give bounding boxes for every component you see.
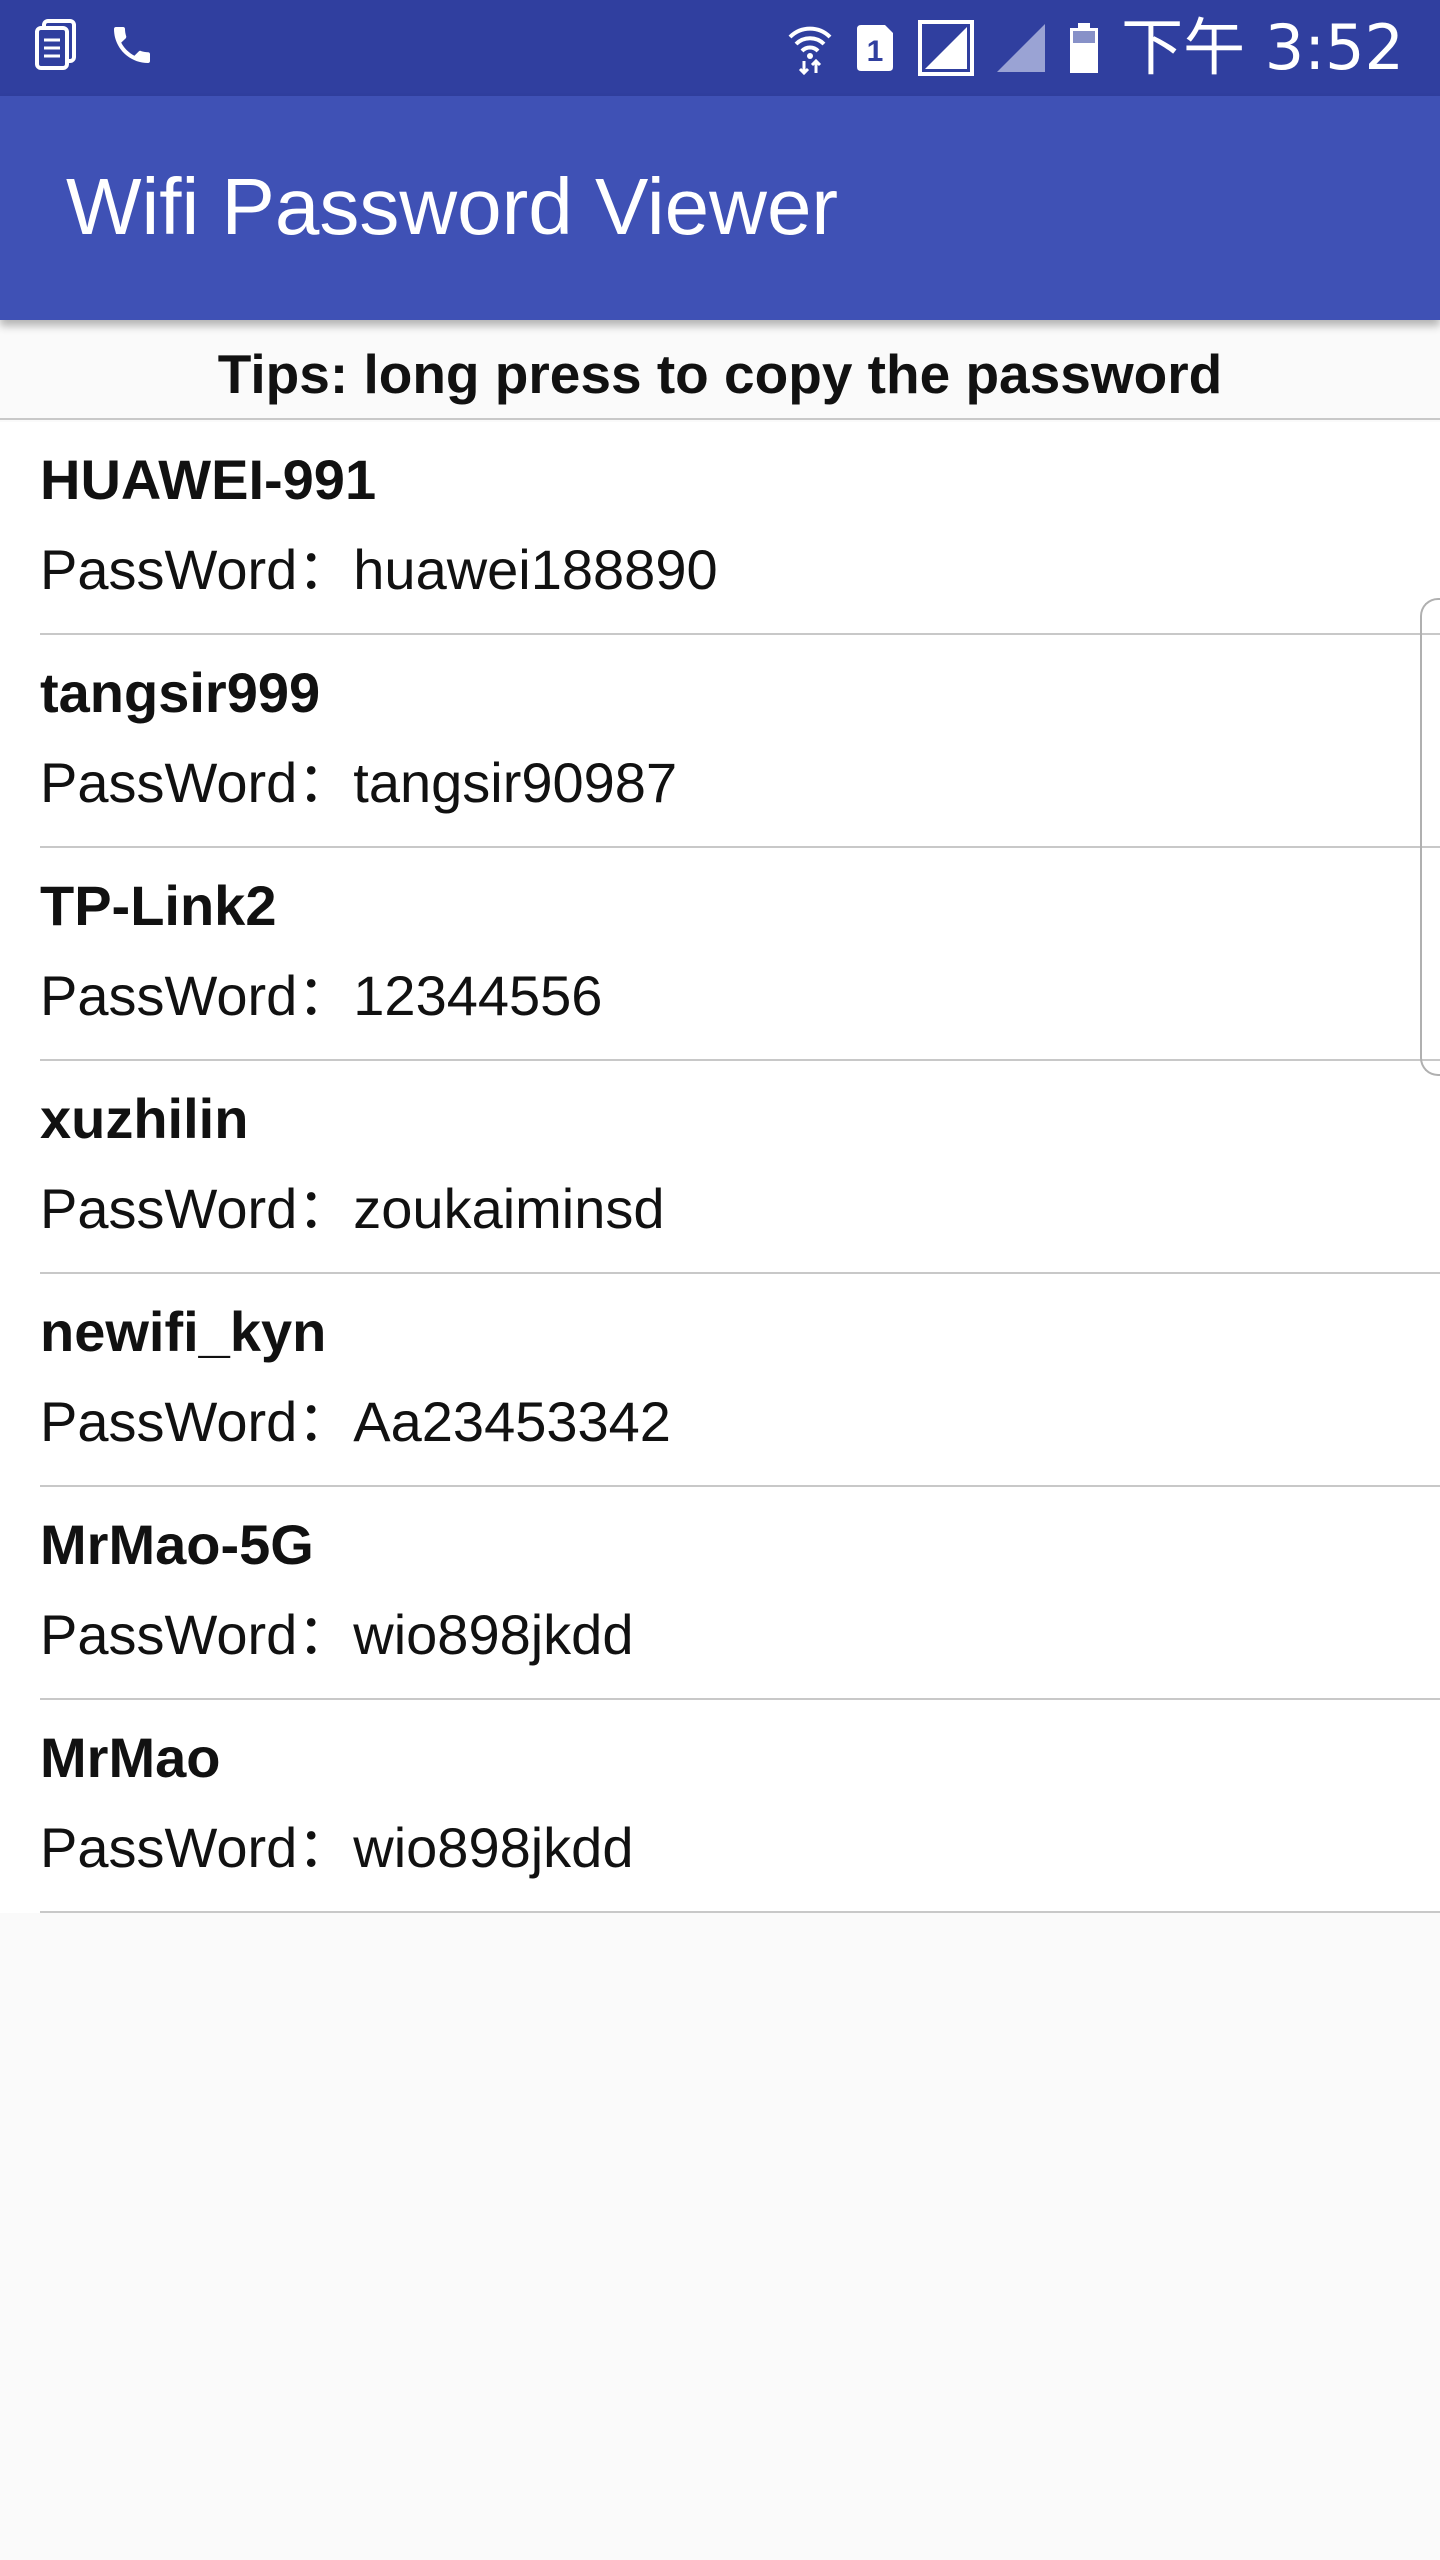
divider [40,1911,1440,1913]
tips-banner: Tips: long press to copy the password [0,320,1440,420]
wifi-password: PassWord：12344556 [40,964,603,1027]
wifi-ssid: HUAWEI-991 [40,448,377,511]
signal-icon [917,19,975,77]
wifi-password: PassWord：wio898jkdd [40,1603,634,1666]
wifi-ssid: xuzhilin [40,1087,249,1150]
status-bar: 1 下午 3:52 [0,0,1440,96]
wifi-list: HUAWEI-991 PassWord：huawei188890 tangsir… [0,422,1440,1913]
wifi-password: PassWord：tangsir90987 [40,751,678,814]
wifi-ssid: MrMao-5G [40,1513,314,1576]
list-item[interactable]: TP-Link2 PassWord：12344556 [0,848,1440,1061]
wifi-icon [787,21,833,75]
wifi-password: PassWord：Aa23453342 [40,1390,671,1453]
battery-icon [1067,21,1101,75]
wifi-ssid: newifi_kyn [40,1300,327,1363]
edge-panel-handle[interactable] [1420,598,1440,1076]
wifi-ssid: MrMao [40,1726,221,1789]
status-right-icons: 1 下午 3:52 [787,14,1404,82]
wifi-ssid: TP-Link2 [40,874,277,937]
app-title: Wifi Password Viewer [66,162,839,251]
list-item[interactable]: HUAWEI-991 PassWord：huawei188890 [0,422,1440,635]
list-item[interactable]: xuzhilin PassWord：zoukaiminsd [0,1061,1440,1274]
app-bar: Wifi Password Viewer [0,96,1440,320]
list-item[interactable]: MrMao PassWord：wio898jkdd [0,1700,1440,1913]
wifi-password: PassWord：huawei188890 [40,538,718,601]
wifi-ssid: tangsir999 [40,661,321,724]
signal-weak-icon [995,22,1047,74]
phone-icon [108,21,156,69]
notes-icon [34,18,78,72]
list-item[interactable]: tangsir999 PassWord：tangsir90987 [0,635,1440,848]
list-item[interactable]: newifi_kyn PassWord：Aa23453342 [0,1274,1440,1487]
sim-number: 1 [867,35,884,68]
status-left-icons [34,18,156,72]
status-time: 下午 3:52 [1121,11,1404,84]
wifi-password: PassWord：zoukaiminsd [40,1177,665,1240]
wifi-password: PassWord：wio898jkdd [40,1816,634,1879]
sim-card-icon: 1 [853,23,897,73]
list-item[interactable]: MrMao-5G PassWord：wio898jkdd [0,1487,1440,1700]
